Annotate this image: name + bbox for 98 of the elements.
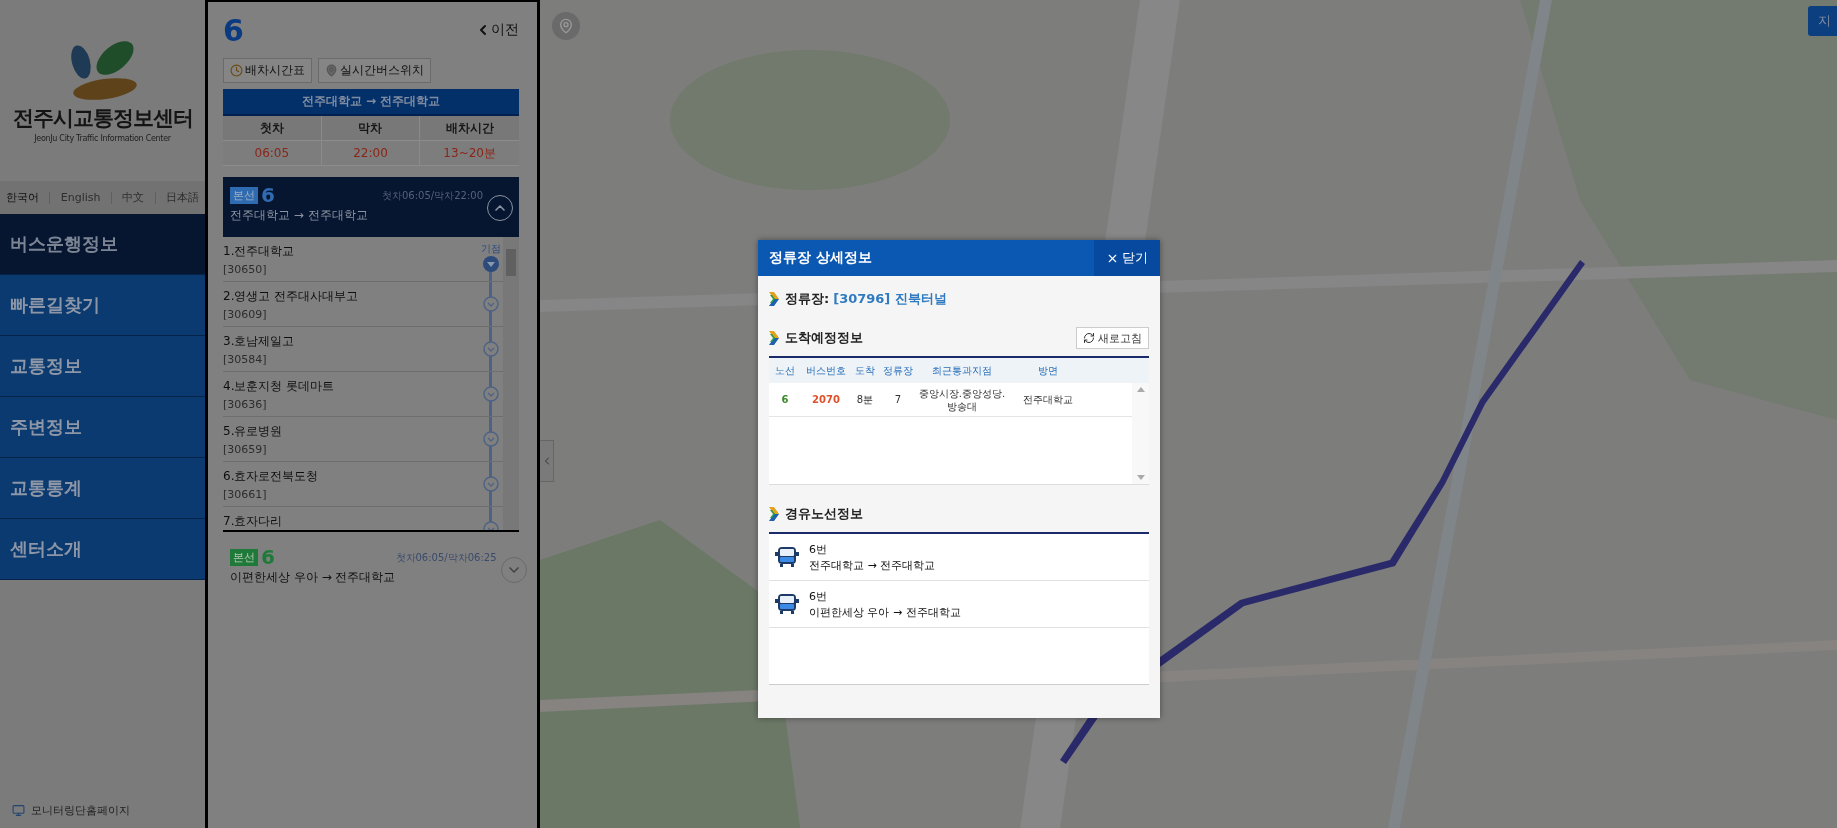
chevron-icon (769, 331, 779, 345)
table-cell-text: 2070 (811, 393, 841, 406)
stop-code: [30661] (223, 488, 268, 501)
stop-name: 5.유로병원 (223, 423, 283, 440)
menu-item[interactable]: 교통정보 (0, 336, 205, 397)
start-label: 기점 (481, 242, 501, 256)
route-row[interactable]: 6번 전주대학교 → 전주대학교 (769, 534, 1149, 581)
route-times: 첫차06:05/막차06:25 (395, 551, 497, 565)
toolbar-button[interactable]: 실시간버스위치 (318, 58, 431, 83)
route-number: 6 (261, 185, 275, 205)
collapse-tab[interactable] (540, 440, 554, 482)
clock-icon (230, 64, 243, 77)
direction-bar: 전주대학교 → 전주대학교 (223, 89, 519, 116)
language-link[interactable]: English (60, 191, 101, 204)
column-header: 도착 (854, 363, 876, 378)
schedule-header: 첫차 (223, 116, 322, 141)
stop-marker-icon (483, 476, 499, 492)
route-path: 전주대학교 → 전주대학교 (230, 207, 368, 224)
toolbar-button[interactable]: 배차시간표 (223, 58, 312, 83)
logo-subtitle: JeonJu City Traffic Information Center (34, 134, 171, 143)
bus-icon (775, 546, 799, 568)
stop-row[interactable]: 4.보훈지청 롯데마트 [30636] (223, 372, 503, 417)
language-link[interactable]: 한국어 (6, 190, 39, 205)
section-title: 도착예정정보 (785, 329, 863, 347)
route-badge: 본선 (230, 548, 258, 566)
stop-code: [30659] (223, 443, 268, 456)
route-number: 6번 (809, 541, 828, 557)
route-number: 6 (261, 547, 275, 567)
pin-icon (325, 64, 338, 77)
column-header: 정류장 (882, 363, 914, 378)
route-path: 전주대학교 → 전주대학교 (809, 557, 936, 573)
language-link[interactable]: 日本語 (166, 190, 199, 205)
stop-marker-icon (483, 386, 499, 402)
menu-item[interactable]: 센터소개 (0, 519, 205, 580)
stop-code: [30584] (223, 353, 268, 366)
schedule-value: 06:05 (223, 141, 322, 166)
stop-code: [30636] (223, 398, 268, 411)
stop-marker-icon (483, 341, 499, 357)
stop-row[interactable]: 2.영생고 전주대사대부고 [30609] (223, 282, 503, 327)
schedule-value: 22:00 (321, 141, 421, 166)
stop-marker-icon (483, 431, 499, 447)
dialog-title: 정류장 상세정보 (768, 248, 872, 267)
route-number: 6번 (809, 588, 828, 604)
schedule-header: 막차 (321, 116, 421, 141)
column-header: 최근통과지점 (931, 363, 993, 378)
section-title: 경유노선정보 (785, 505, 863, 523)
route-path: 이편한세상 우아 → 전주대학교 (230, 569, 396, 586)
stop-name: 6.효자로전북도청 (223, 468, 319, 485)
start-marker-icon (483, 256, 499, 272)
menu-item[interactable]: 교통통계 (0, 458, 205, 519)
route-row[interactable]: 6번 이편한세상 우아 → 전주대학교 (769, 581, 1149, 628)
stop-row[interactable]: 3.호남제일고 [30584] (223, 327, 503, 372)
stop-label: 정류장: (785, 290, 830, 308)
pin-icon (558, 18, 574, 34)
route-badge: 본선 (230, 186, 258, 204)
stop-marker-icon (483, 296, 499, 312)
table-cell: 중앙시장.중앙성당.방송대 (917, 386, 1007, 413)
stop-code: [30650] (223, 263, 268, 276)
monitor-icon (12, 804, 25, 817)
column-header: 노선 (774, 363, 796, 378)
stop-name: 2.영생고 전주대사대부고 (223, 288, 359, 305)
refresh-button[interactable]: 새로고침 (1076, 327, 1149, 349)
table-cell-text: 6 (780, 393, 790, 406)
chevron-icon (769, 507, 779, 521)
close-button[interactable]: 닫기 (1094, 240, 1160, 276)
scroll-up-icon (1136, 387, 1145, 392)
scrollbar[interactable] (503, 237, 519, 530)
route-times: 첫차06:05/막차22:00 (382, 189, 483, 203)
stop-code: [30609] (223, 308, 268, 321)
stop-value: [30796] 진북터널 (833, 290, 947, 308)
table-cell-text: 8분 (855, 393, 875, 406)
scrollbar[interactable] (1132, 383, 1149, 484)
column-header: 버스번호 (805, 363, 847, 378)
column-header: 방면 (1037, 363, 1059, 378)
monitoring-link[interactable]: 모니터링단홈페이지 (12, 803, 130, 818)
menu-item[interactable]: 빠른길찾기 (0, 275, 205, 336)
stop-name: 3.호남제일고 (223, 333, 295, 350)
back-link[interactable]: 이전 (475, 21, 519, 39)
stop-row[interactable]: 1.전주대학교 [30650] 기점 (223, 237, 503, 282)
stop-name: 4.보훈지청 롯데마트 (223, 378, 335, 395)
logo-title: 전주시교통정보센터 (12, 105, 193, 132)
bus-icon (775, 593, 799, 615)
scroll-down-icon (1136, 475, 1145, 480)
table-cell-text: 7 (893, 393, 903, 406)
language-link[interactable]: 中文 (122, 190, 145, 205)
stop-row[interactable]: 5.유로병원 [30659] (223, 417, 503, 462)
route-path: 이편한세상 우아 → 전주대학교 (809, 604, 961, 620)
stop-name: 7.효자다리 (223, 513, 283, 530)
refresh-icon (1083, 332, 1095, 344)
route-number: 6 (223, 12, 244, 48)
stop-name: 1.전주대학교 (223, 243, 295, 260)
schedule-header: 배차시간 (420, 116, 519, 141)
stop-row[interactable]: 6.효자로전북도청 [30661] (223, 462, 503, 507)
menu-item[interactable]: 버스운행정보 (0, 214, 205, 275)
map-type-button[interactable]: 지 (1808, 6, 1837, 36)
menu-item[interactable]: 주변정보 (0, 397, 205, 458)
chevron-icon (769, 292, 779, 306)
table-cell-text: 전주대학교 (1022, 393, 1074, 406)
